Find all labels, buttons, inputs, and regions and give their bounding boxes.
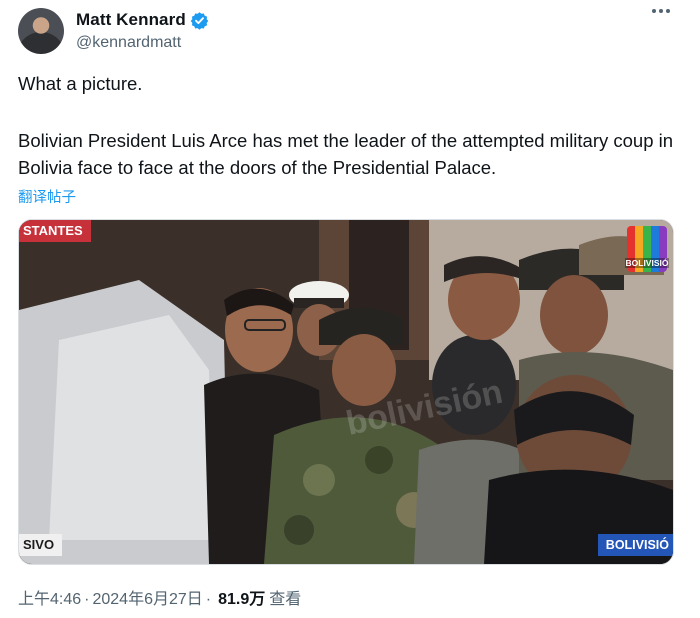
author-block: Matt Kennard @kennardmatt: [76, 10, 209, 52]
tweet-card: Matt Kennard @kennardmatt What a picture…: [0, 0, 700, 618]
tweet-date[interactable]: 2024年6月27日: [92, 585, 202, 609]
meta-separator: ·: [84, 591, 90, 608]
views-count[interactable]: 81.9万: [218, 585, 265, 609]
more-options-icon[interactable]: [652, 9, 670, 13]
meta-separator: ·: [205, 591, 212, 608]
more-dot: [659, 9, 663, 13]
tweet-text-body: Bolivian President Luis Arce has met the…: [18, 130, 674, 178]
tweet-text-line1: What a picture.: [18, 73, 143, 94]
translate-post-link[interactable]: 翻译帖子: [18, 186, 76, 207]
verified-badge-icon: [190, 11, 209, 30]
author-name[interactable]: Matt Kennard: [76, 10, 186, 30]
tweet-meta: 上午4:46 · 2024年6月27日 · 81.9万 查看: [18, 585, 301, 609]
more-dot: [652, 9, 656, 13]
tweet-media[interactable]: bolivisión STANTES BOLIVISIÓ SIVO BOLIVI…: [18, 219, 674, 565]
ticker-left: STANTES: [19, 220, 91, 242]
tweet-time[interactable]: 上午4:46: [18, 585, 81, 609]
avatar[interactable]: [18, 8, 64, 54]
network-logo-text: BOLIVISIÓ: [625, 258, 669, 268]
author-handle[interactable]: @kennardmatt: [76, 34, 209, 52]
author-name-row: Matt Kennard: [76, 10, 209, 30]
more-dot: [666, 9, 670, 13]
chyron-right: BOLIVISIÓ: [597, 534, 673, 556]
views-label: 查看: [269, 591, 302, 608]
chyron-left: SIVO: [19, 534, 63, 556]
media-photo: bolivisión: [19, 220, 673, 564]
